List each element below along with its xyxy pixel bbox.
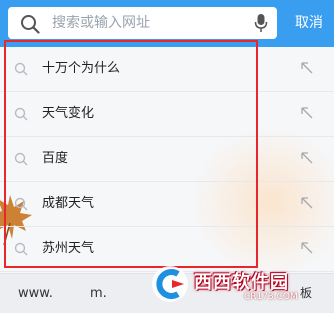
watermark-emblem-icon [152,266,188,302]
suggestion-row[interactable]: 十万个为什么 [0,47,334,92]
shortcut-www[interactable]: www. [18,274,53,313]
suggestion-label: 苏州天气 [42,241,95,256]
search-icon [14,242,28,256]
fill-arrow-icon[interactable] [300,151,314,165]
search-header: 取消 [0,0,334,47]
search-icon [21,15,40,34]
watermark-logo: 西西软件园 CR173.COM [148,262,328,310]
suggestion-label: 十万个为什么 [42,61,121,76]
suggestion-label: 天气变化 [42,106,95,121]
search-icon [14,197,28,211]
suggestion-row[interactable]: 百度 [0,137,334,182]
fill-arrow-icon[interactable] [300,61,314,75]
suggestion-row[interactable]: 成都天气 [0,182,334,227]
search-icon [14,62,28,76]
suggestion-row[interactable]: 天气变化 [0,92,334,137]
fill-arrow-icon[interactable] [300,106,314,120]
fill-arrow-icon[interactable] [300,241,314,255]
cancel-button[interactable]: 取消 [284,0,334,47]
watermark-subtitle: CR173.COM [244,292,298,302]
shortcut-m[interactable]: m. [90,274,107,313]
fill-arrow-icon[interactable] [300,196,314,210]
suggestion-list: 十万个为什么 天气变化 百度 成都天气 苏州天气 [0,47,334,273]
microphone-icon[interactable] [254,13,268,33]
watermark-title: 西西软件园 [194,272,289,293]
search-box[interactable] [8,7,277,39]
suggestion-label: 百度 [42,151,69,166]
search-icon [14,107,28,121]
suggestion-label: 成都天气 [42,196,95,211]
search-input[interactable] [52,7,242,39]
search-icon [14,152,28,166]
